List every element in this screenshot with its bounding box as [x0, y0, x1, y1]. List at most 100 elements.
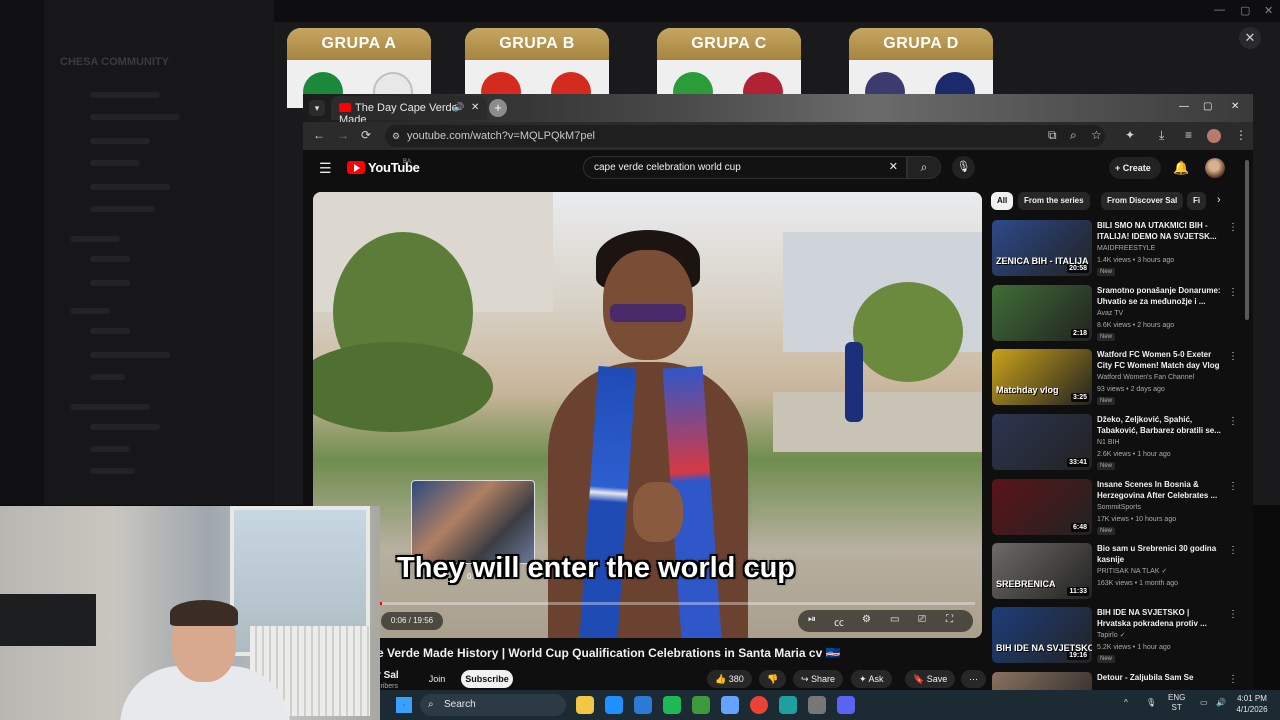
- join-button[interactable]: Join: [423, 670, 451, 688]
- clear-search-icon[interactable]: ✕: [889, 157, 898, 178]
- more-actions-button[interactable]: ⋯: [961, 670, 986, 688]
- maximize-icon[interactable]: ▢: [1240, 4, 1250, 17]
- create-button[interactable]: + Create: [1109, 157, 1161, 179]
- recommended-channel[interactable]: MAIDFREESTYLE: [1097, 243, 1155, 254]
- media-icon[interactable]: ≡: [1185, 128, 1192, 142]
- ask-button[interactable]: ✦ Ask: [851, 670, 892, 688]
- chip-from-discover-sal[interactable]: From Discover Sal: [1101, 192, 1184, 210]
- miniplayer-icon[interactable]: ▭: [890, 614, 899, 625]
- store-icon[interactable]: [663, 696, 681, 714]
- recommended-video-title[interactable]: Insane Scenes In Bosnia & Herzegovina Af…: [1097, 479, 1221, 501]
- video-thumbnail[interactable]: BIH IDE NA SVJETSKO 19:16: [992, 607, 1092, 663]
- tray-overflow-icon[interactable]: ^: [1124, 698, 1128, 707]
- back-icon[interactable]: ←: [313, 128, 325, 142]
- recommended-video-title[interactable]: Bio sam u Srebrenici 30 godina kasnije: [1097, 543, 1221, 565]
- video-thumbnail[interactable]: 2:18: [992, 285, 1092, 341]
- menu-kebab-icon[interactable]: ⋮: [1235, 128, 1247, 142]
- video-thumbnail[interactable]: Matchday vlog 3:25: [992, 349, 1092, 405]
- channel-item[interactable]: [90, 114, 180, 120]
- recommended-video-title[interactable]: Detour - Zaljubila Sam Se: [1097, 672, 1221, 683]
- settings-gear-icon[interactable]: ⚙: [862, 614, 871, 625]
- recommended-video[interactable]: Detour - Zaljubila Sam Se ⋮: [992, 672, 1242, 690]
- tab-close-icon[interactable]: ✕: [471, 102, 479, 113]
- browser-maximize-icon[interactable]: ▢: [1203, 101, 1212, 112]
- more-options-icon[interactable]: ⋮: [1228, 351, 1238, 362]
- forward-icon[interactable]: →: [337, 128, 349, 142]
- browser-close-icon[interactable]: ✕: [1231, 101, 1239, 112]
- new-tab-button[interactable]: +: [489, 99, 507, 117]
- edge-icon[interactable]: [634, 696, 652, 714]
- recommended-video-title[interactable]: Watford FC Women 5-0 Exeter City FC Wome…: [1097, 349, 1221, 371]
- channel-item[interactable]: [90, 424, 160, 430]
- like-button[interactable]: 👍 380: [707, 670, 752, 688]
- more-options-icon[interactable]: ⋮: [1228, 674, 1238, 685]
- close-icon[interactable]: ✕: [1264, 4, 1273, 17]
- chip-more[interactable]: Fi: [1187, 192, 1207, 210]
- zoom-icon[interactable]: ⌕: [1070, 128, 1077, 143]
- recommended-video-title[interactable]: BILI SMO NA UTAKMICI BIH - ITALIJA! IDEM…: [1097, 220, 1221, 242]
- recommended-video[interactable]: 2:18 Sramotno ponašanje Donarume: Uhvatio…: [992, 285, 1242, 345]
- user-avatar[interactable]: [1205, 158, 1225, 178]
- channel-item[interactable]: [90, 138, 150, 144]
- channel-item[interactable]: [90, 280, 130, 286]
- tab-search-icon[interactable]: ▾: [309, 100, 325, 116]
- recommended-video-title[interactable]: Sramotno ponašanje Donarume: Uhvatio se …: [1097, 285, 1221, 307]
- steam-icon[interactable]: [721, 696, 739, 714]
- file-explorer-icon[interactable]: [605, 696, 623, 714]
- video-thumbnail[interactable]: SREBRENICA 11:33: [992, 543, 1092, 599]
- recommended-video[interactable]: 6:48 Insane Scenes In Bosnia & Herzegovin…: [992, 479, 1242, 539]
- video-thumbnail[interactable]: ZENICA BIH - ITALIJA 20:58: [992, 220, 1092, 276]
- more-options-icon[interactable]: ⋮: [1228, 481, 1238, 492]
- recommended-video-title[interactable]: Džeko, Zeljković, Spahić, Tabaković, Bar…: [1097, 414, 1221, 436]
- subscribe-button[interactable]: Subscribe: [461, 670, 513, 688]
- chevron-right-icon[interactable]: ›: [1217, 194, 1221, 206]
- discord-icon[interactable]: [837, 696, 855, 714]
- network-icon[interactable]: ▭: [1200, 698, 1208, 707]
- hamburger-menu-icon[interactable]: ☰: [319, 160, 332, 177]
- dislike-button[interactable]: 👎: [759, 670, 787, 688]
- site-info-icon[interactable]: ⚙: [392, 125, 400, 147]
- discord-channel-list[interactable]: [44, 0, 274, 505]
- recommended-channel[interactable]: PRITISAK NA TLAK ✓: [1097, 566, 1167, 577]
- search-button[interactable]: ⌕: [907, 156, 941, 179]
- channel-item[interactable]: [90, 160, 140, 166]
- profile-avatar[interactable]: [1207, 129, 1221, 143]
- recommended-video[interactable]: 33:41 Džeko, Zeljković, Spahić, Tabaković…: [992, 414, 1242, 474]
- share-button[interactable]: ↪ Share: [793, 670, 844, 688]
- recommended-channel[interactable]: SommitSports: [1097, 502, 1141, 513]
- minimize-icon[interactable]: —: [1214, 4, 1225, 16]
- channel-item[interactable]: [90, 328, 130, 334]
- spotify-icon[interactable]: [692, 696, 710, 714]
- youtube-search-input[interactable]: cape verde celebration world cup ✕: [583, 156, 907, 179]
- captions-icon[interactable]: ㏄: [834, 614, 844, 629]
- more-options-icon[interactable]: ⋮: [1228, 609, 1238, 620]
- channel-item[interactable]: [90, 374, 125, 380]
- channel-item[interactable]: [90, 184, 170, 190]
- channel-item[interactable]: [90, 468, 135, 474]
- save-button[interactable]: 🔖 Save: [905, 670, 956, 688]
- fullscreen-icon[interactable]: ⛶: [946, 614, 953, 625]
- channel-item[interactable]: [90, 206, 155, 212]
- volume-icon[interactable]: 🔊: [1216, 698, 1226, 707]
- windows-start-icon[interactable]: [396, 697, 412, 713]
- page-scrollbar[interactable]: [1245, 160, 1249, 320]
- recommended-video[interactable]: ZENICA BIH - ITALIJA 20:58 BILI SMO NA UTA…: [992, 220, 1242, 280]
- recommended-channel[interactable]: Watford Women's Fan Channel: [1097, 372, 1194, 383]
- video-thumbnail[interactable]: 6:48: [992, 479, 1092, 535]
- browser-tab[interactable]: The Day Cape Verde Made 🔊 ✕: [331, 96, 487, 126]
- download-icon[interactable]: ⤓: [1159, 128, 1164, 143]
- language-indicator[interactable]: ENG ST: [1168, 693, 1185, 713]
- clock[interactable]: 4:01 PM 4/1/2026: [1232, 693, 1272, 715]
- audio-icon[interactable]: 🔊: [453, 102, 464, 113]
- install-icon[interactable]: ⧉: [1048, 128, 1057, 143]
- channel-item[interactable]: [90, 352, 170, 358]
- more-options-icon[interactable]: ⋮: [1228, 545, 1238, 556]
- widgets-icon[interactable]: [576, 696, 594, 714]
- recommended-video[interactable]: BIH IDE NA SVJETSKO 19:16 BIH IDE NA SVJET…: [992, 607, 1242, 667]
- settings-icon[interactable]: [808, 696, 826, 714]
- more-options-icon[interactable]: ⋮: [1228, 222, 1238, 233]
- chip-all[interactable]: All: [991, 192, 1014, 210]
- address-bar[interactable]: ⚙ youtube.com/watch?v=MQLPQkM7pel: [385, 125, 1105, 147]
- cast-icon[interactable]: ⎚: [918, 614, 926, 625]
- notifications-bell-icon[interactable]: 🔔: [1173, 160, 1189, 176]
